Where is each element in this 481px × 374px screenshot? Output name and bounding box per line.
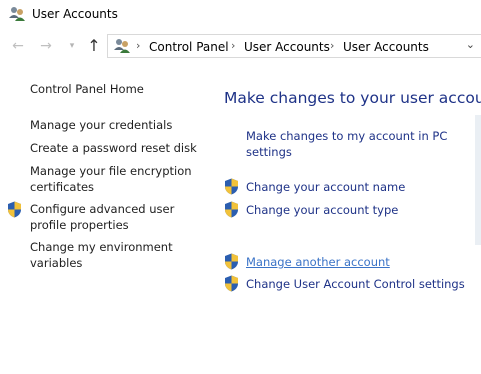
user-accounts-icon (114, 39, 130, 53)
breadcrumb-user-accounts-current[interactable]: User Accounts (343, 40, 429, 54)
uac-shield-icon (225, 275, 238, 292)
breadcrumb-separator-icon[interactable]: › (136, 39, 140, 52)
sidebar-item-label: profile properties (30, 218, 129, 232)
sidebar-item-label: certificates (30, 180, 95, 194)
link-pc-settings[interactable]: Make changes to my account in PC setting… (246, 128, 447, 160)
sidebar-item-environment-variables[interactable]: Change my environment variables (30, 239, 173, 271)
user-accounts-icon (9, 7, 25, 21)
sidebar-item-control-panel-home[interactable]: Control Panel Home (30, 81, 144, 97)
sidebar-item-label: Change my environment (30, 240, 173, 254)
navigation-bar: ← → ▾ ↑ › Control Panel › User Accounts … (0, 32, 481, 62)
back-arrow-icon[interactable]: ← (10, 38, 26, 54)
link-change-uac-settings[interactable]: Change User Account Control settings (246, 276, 465, 292)
link-change-account-type[interactable]: Change your account type (246, 202, 398, 218)
link-change-account-name[interactable]: Change your account name (246, 179, 405, 195)
title-bar: User Accounts (0, 0, 481, 30)
sidebar-item-label: variables (30, 256, 83, 270)
uac-shield-icon (225, 178, 238, 195)
breadcrumb-user-accounts[interactable]: User Accounts (244, 40, 330, 54)
breadcrumb-separator-icon[interactable]: › (330, 39, 334, 52)
sidebar-item-manage-credentials[interactable]: Manage your credentials (30, 117, 172, 133)
sidebar-item-label: Manage your file encryption (30, 164, 192, 178)
sidebar-item-file-encryption[interactable]: Manage your file encryption certificates (30, 163, 192, 195)
sidebar-item-advanced-user-profile[interactable]: Configure advanced user profile properti… (30, 201, 174, 233)
sidebar-item-password-reset-disk[interactable]: Create a password reset disk (30, 140, 197, 156)
address-bar[interactable]: › Control Panel › User Accounts › User A… (107, 34, 481, 58)
link-label: Make changes to my account in PC (246, 129, 448, 143)
uac-shield-icon (225, 253, 238, 270)
breadcrumb-control-panel[interactable]: Control Panel (149, 40, 229, 54)
uac-shield-icon (225, 201, 238, 218)
link-label: settings (246, 145, 292, 159)
scrollbar[interactable] (475, 115, 481, 245)
page-title: Make changes to your user account (224, 89, 481, 107)
breadcrumb-separator-icon[interactable]: › (231, 39, 235, 52)
uac-shield-icon (8, 201, 21, 218)
up-arrow-icon[interactable]: ↑ (86, 38, 102, 54)
window-title: User Accounts (32, 7, 118, 21)
link-manage-another-account[interactable]: Manage another account (246, 254, 390, 270)
sidebar-item-label: Configure advanced user (30, 202, 175, 216)
address-dropdown-chevron-icon[interactable]: ⌄ (466, 38, 475, 51)
recent-locations-chevron-icon[interactable]: ▾ (64, 38, 80, 54)
forward-arrow-icon[interactable]: → (38, 38, 54, 54)
